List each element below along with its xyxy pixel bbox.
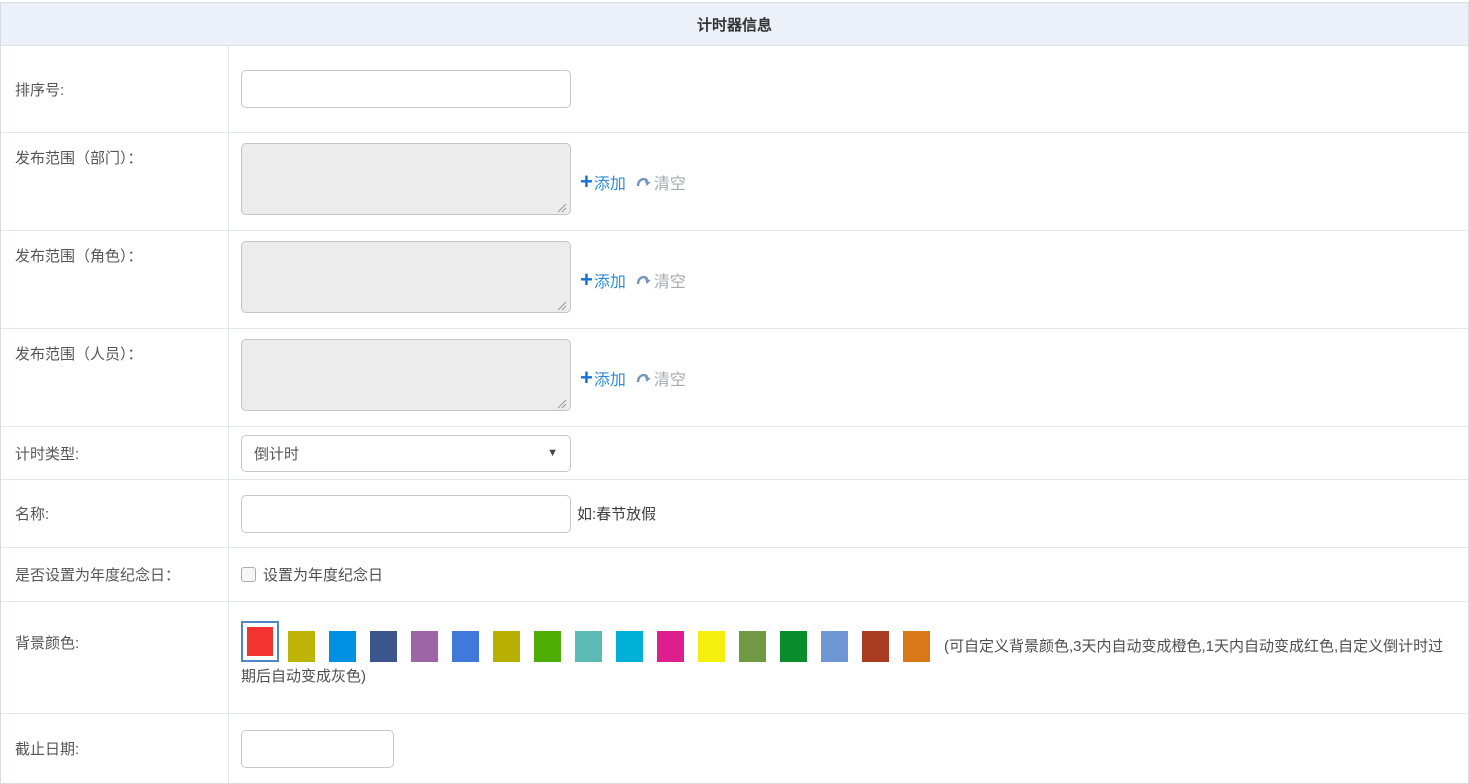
scope-department-content: + 添加 清空	[229, 133, 1468, 230]
sort-number-content	[229, 46, 1468, 132]
clear-arrow-icon	[636, 371, 652, 385]
add-label: 添加	[594, 268, 626, 292]
clear-department-link[interactable]: 清空	[636, 170, 686, 194]
plus-icon: +	[580, 171, 593, 193]
clear-arrow-icon	[636, 273, 652, 287]
row-background-color: 背景颜色: (可自定义背景颜色,3天内自动变成橙色,1天内自动变成红色,自定义倒…	[1, 602, 1468, 714]
page-title: 计时器信息	[697, 14, 772, 35]
anniversary-checkbox-label: 设置为年度纪念日	[263, 564, 383, 585]
anniversary-content: 设置为年度纪念日	[229, 548, 1468, 601]
row-scope-person: 发布范围（人员）： + 添加 清空	[1, 329, 1468, 427]
deadline-label: 截止日期:	[15, 738, 79, 759]
color-swatch[interactable]	[862, 631, 889, 662]
color-swatch[interactable]	[534, 631, 561, 662]
clear-label: 清空	[654, 366, 686, 390]
scope-person-label-cell: 发布范围（人员）：	[1, 329, 229, 426]
scope-role-label-cell: 发布范围（角色）：	[1, 231, 229, 328]
color-swatch[interactable]	[288, 631, 315, 662]
clear-role-link[interactable]: 清空	[636, 268, 686, 292]
scope-department-textarea[interactable]	[241, 143, 571, 215]
scope-department-label-cell: 发布范围（部门）：	[1, 133, 229, 230]
resize-handle-icon[interactable]	[557, 301, 567, 311]
form-header: 计时器信息	[1, 3, 1468, 46]
resize-handle-icon[interactable]	[557, 203, 567, 213]
anniversary-checkbox[interactable]	[241, 567, 256, 582]
timer-type-content: 倒计时 ▼	[229, 427, 1468, 479]
scope-role-content: + 添加 清空	[229, 231, 1468, 328]
timer-type-label-cell: 计时类型:	[1, 427, 229, 479]
clear-arrow-icon	[636, 175, 652, 189]
color-swatch[interactable]	[370, 631, 397, 662]
plus-icon: +	[580, 269, 593, 291]
scope-role-textarea[interactable]	[241, 241, 571, 313]
add-label: 添加	[594, 366, 626, 390]
add-person-link[interactable]: + 添加	[580, 366, 626, 390]
color-swatch[interactable]	[739, 631, 766, 662]
sort-number-label: 排序号:	[15, 79, 64, 100]
sort-number-label-cell: 排序号:	[1, 46, 229, 132]
color-swatch[interactable]	[247, 627, 273, 656]
plus-icon: +	[580, 367, 593, 389]
scope-department-label: 发布范围（部门）：	[15, 147, 143, 168]
color-swatch[interactable]	[698, 631, 725, 662]
background-color-label-cell: 背景颜色:	[1, 602, 229, 713]
scope-person-content: + 添加 清空	[229, 329, 1468, 426]
sort-number-input[interactable]	[241, 70, 571, 108]
row-anniversary: 是否设置为年度纪念日： 设置为年度纪念日	[1, 548, 1468, 602]
color-swatch[interactable]	[452, 631, 479, 662]
color-swatch[interactable]	[329, 631, 356, 662]
name-hint: 如:春节放假	[577, 503, 656, 524]
anniversary-label-cell: 是否设置为年度纪念日：	[1, 548, 229, 601]
color-swatch[interactable]	[575, 631, 602, 662]
background-color-label: 背景颜色:	[15, 632, 79, 653]
row-deadline: 截止日期:	[1, 714, 1468, 783]
clear-label: 清空	[654, 170, 686, 194]
add-department-link[interactable]: + 添加	[580, 170, 626, 194]
color-swatch[interactable]	[821, 631, 848, 662]
row-timer-type: 计时类型: 倒计时 ▼	[1, 427, 1468, 480]
scope-role-label: 发布范围（角色）：	[15, 245, 143, 266]
scope-person-label: 发布范围（人员）：	[15, 343, 143, 364]
color-swatch-list: (可自定义背景颜色,3天内自动变成橙色,1天内自动变成红色,自定义倒计时过期后自…	[229, 602, 1468, 713]
timer-type-label: 计时类型:	[15, 443, 79, 464]
row-scope-department: 发布范围（部门）： + 添加 清空	[1, 133, 1468, 231]
deadline-label-cell: 截止日期:	[1, 714, 229, 783]
deadline-date-input[interactable]	[241, 730, 394, 768]
color-swatch[interactable]	[493, 631, 520, 662]
row-sort-number: 排序号:	[1, 46, 1468, 133]
row-scope-role: 发布范围（角色）： + 添加 清空	[1, 231, 1468, 329]
timer-type-select[interactable]: 倒计时 ▼	[241, 435, 571, 472]
add-label: 添加	[594, 170, 626, 194]
color-swatch[interactable]	[411, 631, 438, 662]
name-label-cell: 名称:	[1, 480, 229, 547]
timer-info-form: 计时器信息 排序号: 发布范围（部门）： + 添加	[0, 2, 1469, 784]
color-swatch[interactable]	[903, 631, 930, 662]
name-label: 名称:	[15, 503, 49, 524]
color-swatch[interactable]	[616, 631, 643, 662]
anniversary-label: 是否设置为年度纪念日：	[15, 564, 180, 585]
clear-label: 清空	[654, 268, 686, 292]
color-swatch-selected-frame[interactable]	[241, 621, 279, 662]
color-swatch[interactable]	[780, 631, 807, 662]
name-content: 如:春节放假	[229, 480, 1468, 547]
resize-handle-icon[interactable]	[557, 399, 567, 409]
add-role-link[interactable]: + 添加	[580, 268, 626, 292]
scope-person-textarea[interactable]	[241, 339, 571, 411]
timer-type-selected-value: 倒计时	[254, 443, 547, 464]
chevron-down-icon: ▼	[547, 447, 558, 459]
row-name: 名称: 如:春节放假	[1, 480, 1468, 548]
deadline-content	[229, 714, 1468, 783]
color-swatch[interactable]	[657, 631, 684, 662]
clear-person-link[interactable]: 清空	[636, 366, 686, 390]
name-input[interactable]	[241, 495, 571, 533]
